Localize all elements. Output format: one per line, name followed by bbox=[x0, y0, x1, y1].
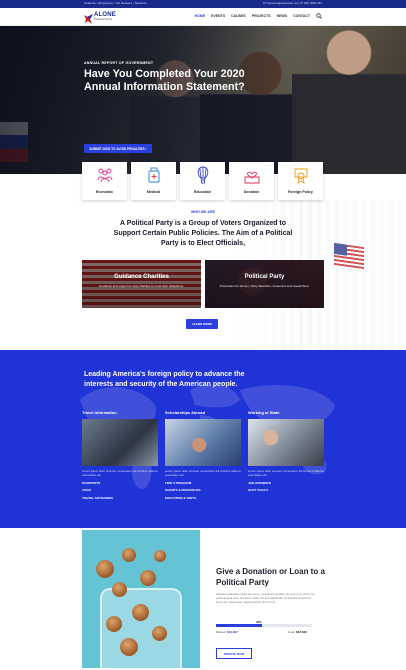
column-travel: Travel Information Lorem ipsum dolor sit… bbox=[82, 410, 158, 503]
feature-cards: Economic Medical Education Donation Fore… bbox=[82, 162, 324, 200]
donation-progress-bar bbox=[216, 624, 312, 627]
who-we-are-section: WHO WE ARE A Political Party is a Group … bbox=[0, 200, 406, 350]
who-tiles: Guidance Charities Guidance and support … bbox=[82, 260, 324, 308]
search-icon[interactable] bbox=[316, 13, 322, 19]
us-flag-image bbox=[334, 242, 364, 270]
tile-title: Political Party bbox=[244, 274, 285, 280]
column-heading[interactable]: Working at State bbox=[248, 410, 324, 415]
donation-section: Give a Donation or Loan to a Political P… bbox=[0, 528, 406, 670]
feature-label: Medical bbox=[146, 190, 161, 194]
travel-image[interactable] bbox=[82, 419, 158, 466]
certificate-ribbon-icon bbox=[292, 166, 310, 184]
foreign-policy-section: Leading America's foreign policy to adva… bbox=[0, 350, 406, 528]
column-desc: Lorem ipsum dolor sit amet, consectetur … bbox=[165, 469, 241, 477]
star-logo-icon bbox=[84, 11, 93, 24]
topbar-links[interactable]: Students • Employers • Job Seekers • Stu… bbox=[84, 1, 147, 5]
feature-card-foreign-policy[interactable]: Foreign Policy bbox=[278, 162, 323, 200]
site-header: ALONE Political Party HOME EVENTS CAUSES… bbox=[0, 8, 406, 26]
link-travel-advisories[interactable]: TRAVEL ADVISORIES bbox=[82, 496, 158, 500]
tile-guidance-charities[interactable]: Guidance Charities Guidance and support … bbox=[82, 260, 201, 308]
progress-fill bbox=[216, 624, 263, 627]
link-passports[interactable]: PASSPORTS bbox=[82, 481, 158, 485]
tile-desc: Information for donors, Party Members, t… bbox=[219, 284, 310, 288]
heart-box-icon bbox=[243, 166, 261, 184]
nav-causes[interactable]: CAUSES bbox=[231, 14, 246, 18]
donation-title: Give a Donation or Loan to a Political P… bbox=[216, 567, 325, 587]
nav-contact[interactable]: CONTACT bbox=[293, 14, 310, 18]
hero-cta-button[interactable]: SUBMIT NOW TO AVOID PENALTIES › bbox=[84, 144, 152, 153]
section-headline: Leading America's foreign policy to adva… bbox=[84, 371, 245, 388]
column-desc: Lorem ipsum dolor sit amet, consectetur … bbox=[248, 469, 324, 477]
tile-desc: Guidance and support to help charities t… bbox=[99, 284, 184, 288]
link-education-visits[interactable]: EDUCATION & VISITS bbox=[165, 496, 241, 500]
tile-political-party[interactable]: Political Party Information for donors, … bbox=[205, 260, 324, 308]
who-statement: A Political Party is a Group of Voters O… bbox=[113, 220, 293, 247]
medicine-bottle-icon bbox=[145, 166, 163, 184]
donation-desc: Aliquam phasellus turpis leo mi eu, id d… bbox=[216, 592, 315, 604]
nav-events[interactable]: EVENTS bbox=[211, 14, 225, 18]
who-eyebrow: WHO WE ARE bbox=[190, 210, 216, 214]
topbar-contact: ✉ hisname@sitename.com ✆ (00) 0000 111 bbox=[263, 1, 322, 5]
top-info-bar: Students • Employers • Job Seekers • Stu… bbox=[0, 0, 406, 8]
link-visas[interactable]: VISAS bbox=[82, 488, 158, 492]
hot-air-balloon-icon bbox=[194, 166, 212, 184]
working-image[interactable] bbox=[248, 419, 324, 466]
link-job-openings[interactable]: JOB OPENINGS bbox=[248, 481, 324, 485]
info-columns: Travel Information Lorem ipsum dolor sit… bbox=[82, 410, 324, 503]
nav-projects[interactable]: PROJECTS bbox=[252, 14, 271, 18]
column-working: Working at State Lorem ipsum dolor sit a… bbox=[248, 410, 324, 503]
hero-kicker: ANNUAL REPORT OF GOVERNMENT bbox=[84, 61, 154, 65]
hero-slider: ANNUAL REPORT OF GOVERNMENT Have You Com… bbox=[0, 26, 406, 174]
people-group-icon bbox=[96, 166, 114, 184]
column-scholarships: Scholarships Abroad Lorem ipsum dolor si… bbox=[165, 410, 241, 503]
feature-card-donation[interactable]: Donation bbox=[229, 162, 274, 200]
feature-label: Economic bbox=[95, 190, 114, 194]
column-heading[interactable]: Scholarships Abroad bbox=[165, 410, 241, 415]
nav-home[interactable]: HOME bbox=[195, 14, 206, 18]
feature-label: Education bbox=[193, 190, 212, 194]
brand-tagline: Political Party bbox=[94, 16, 113, 21]
column-desc: Lorem ipsum dolor sit amet, consectetur … bbox=[82, 469, 158, 477]
coin-jar-image bbox=[82, 530, 200, 668]
link-govt-policy[interactable]: GOVT POLICY bbox=[248, 488, 324, 492]
donate-now-button[interactable]: DONATE NOW bbox=[216, 648, 252, 659]
nav-news[interactable]: NEWS bbox=[277, 14, 288, 18]
hero-title: Have You Completed Your 2020 Annual Info… bbox=[84, 68, 245, 93]
link-grants-resources[interactable]: GRANTS & RESOURCES bbox=[165, 488, 241, 492]
tile-title: Guidance Charities bbox=[114, 274, 169, 280]
feature-card-medical[interactable]: Medical bbox=[131, 162, 176, 200]
feature-card-education[interactable]: Education bbox=[180, 162, 225, 200]
main-nav: HOME EVENTS CAUSES PROJECTS NEWS CONTACT bbox=[195, 13, 322, 19]
link-find-program[interactable]: FIND A PROGRAM bbox=[165, 481, 241, 485]
raised-amount: Raised: $10,897 bbox=[216, 630, 238, 634]
feature-card-economic[interactable]: Economic bbox=[82, 162, 127, 200]
goal-amount: Goal: $23,639 bbox=[288, 630, 307, 634]
feature-label: Donation bbox=[243, 190, 260, 194]
learn-more-button[interactable]: LEARN MORE bbox=[186, 319, 218, 329]
scholarship-image[interactable] bbox=[165, 419, 241, 466]
site-logo[interactable]: ALONE Political Party bbox=[84, 11, 116, 24]
feature-label: Foreign Policy bbox=[288, 190, 313, 194]
column-heading[interactable]: Travel Information bbox=[82, 410, 158, 415]
